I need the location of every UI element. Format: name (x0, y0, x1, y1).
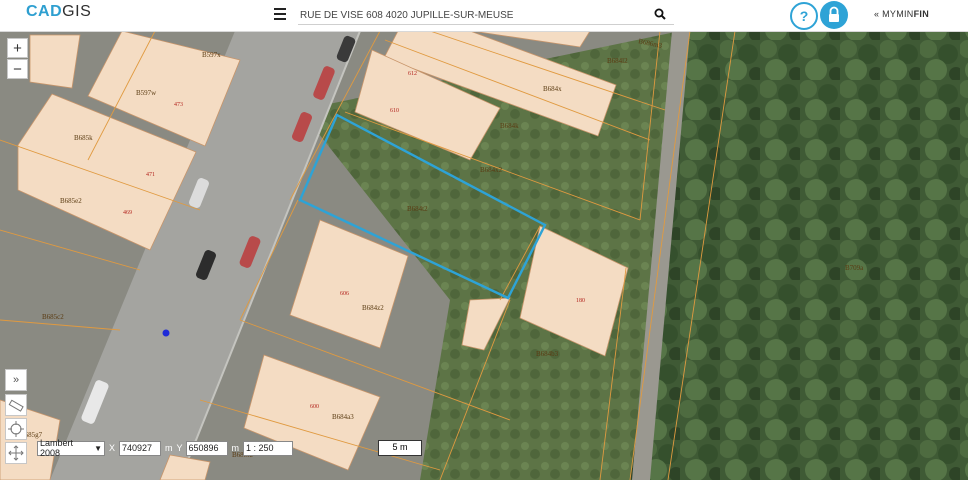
hamburger-menu-icon[interactable] (274, 8, 286, 22)
x-coordinate-field[interactable]: 740927 (119, 440, 162, 456)
house-number: 610 (390, 108, 399, 114)
x-unit: m (165, 443, 173, 453)
parcel-label: B685c2 (42, 313, 64, 321)
chevron-down-icon: ▼ (94, 443, 102, 453)
cadastral-map[interactable]: B597x B597w 473 B685k 471 B685e2 469 B68… (0, 31, 968, 480)
y-label: Y (176, 443, 183, 453)
myminfin-prefix: « MYMIN (874, 9, 914, 19)
myminfin-bold: FIN (913, 9, 930, 19)
house-number: 612 (408, 71, 417, 77)
parcel-label: B709a (845, 264, 864, 272)
zoom-out-button[interactable]: − (7, 59, 28, 79)
logo-part1: CAD (26, 3, 63, 20)
help-icon[interactable]: ? (790, 2, 818, 30)
lock-icon[interactable] (820, 1, 848, 29)
top-bar: CADGIS ? « MYMINFIN (0, 0, 968, 32)
address-search-input[interactable] (298, 6, 674, 25)
search-icon[interactable] (654, 8, 666, 20)
scale-field[interactable]: 1 : 250 (243, 440, 294, 456)
cadgis-logo[interactable]: CADGIS (26, 3, 91, 21)
house-number: 606 (340, 291, 349, 297)
parcel-label: B684z2 (362, 304, 384, 312)
fullscreen-tool-button[interactable] (5, 442, 27, 464)
house-number: 469 (123, 210, 132, 216)
house-number: 600 (310, 404, 319, 410)
move-arrows-icon (8, 445, 24, 461)
ruler-icon (8, 399, 24, 412)
parcel-label: B684k (500, 122, 519, 130)
house-number: 473 (174, 102, 183, 108)
parcel-label: B685e2 (60, 197, 82, 205)
location-marker[interactable] (162, 329, 170, 337)
parcel-label: B684l2 (607, 57, 628, 65)
expand-panel-button[interactable]: » (5, 369, 27, 391)
x-label: X (109, 443, 116, 453)
parcel-label: B684x (543, 85, 562, 93)
parcel-label: B685k (74, 134, 93, 142)
scale-bar: 5 m (378, 440, 422, 456)
parcel-label: B684a3 (332, 413, 354, 421)
parcel-label: B597w (136, 89, 157, 97)
myminfin-link[interactable]: « MYMINFIN (874, 9, 929, 19)
parcel-label: B684b3 (536, 350, 559, 358)
parcel-label: B597x (202, 51, 221, 59)
parcel-label: B684x2 (480, 166, 503, 174)
building (29, 34, 81, 89)
house-number: 471 (146, 172, 155, 178)
zoom-in-button[interactable]: + (7, 38, 28, 58)
y-coordinate-field[interactable]: 650896 (185, 440, 228, 456)
logo-part2: GIS (62, 3, 92, 20)
parcel-label: B684t2 (407, 205, 428, 213)
y-unit: m (231, 443, 240, 453)
projection-select[interactable]: Lambert 2008 ▼ (37, 438, 105, 458)
coordinate-bar: Lambert 2008 ▼ X 740927 m Y 650896 m 1 : … (37, 438, 294, 458)
house-number: 180 (576, 298, 585, 304)
measure-tool-button[interactable] (5, 394, 27, 416)
crosshair-icon (8, 421, 24, 437)
locate-tool-button[interactable] (5, 418, 27, 440)
projection-value: Lambert 2008 (40, 438, 74, 458)
